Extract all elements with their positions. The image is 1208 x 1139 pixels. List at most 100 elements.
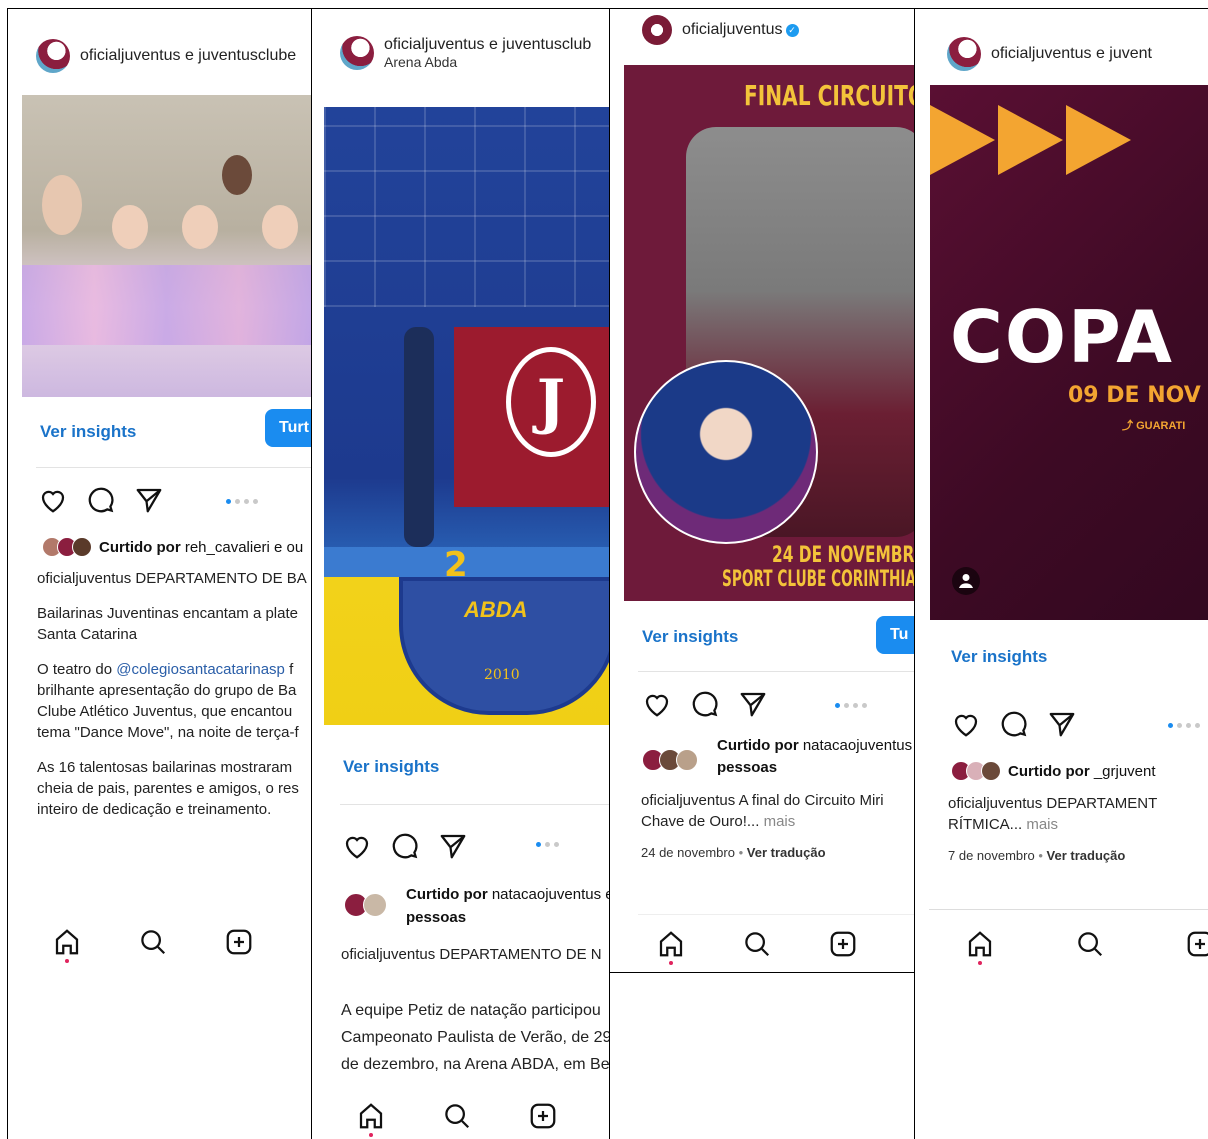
add-icon[interactable]	[1185, 929, 1208, 959]
post-date: 24 de novembro	[641, 845, 735, 860]
comment-icon[interactable]	[999, 709, 1029, 739]
bottom-nav	[965, 929, 1208, 965]
bottom-nav	[356, 1101, 558, 1137]
post-panel-2: oficialjuventus e juventusclub Arena Abd…	[312, 9, 609, 1139]
comment-icon[interactable]	[690, 689, 720, 719]
caption-paragraph-1: Bailarinas Juventinas encantam a plate S…	[37, 605, 298, 643]
post-header: oficialjuventus e juvent	[947, 37, 1208, 71]
home-icon[interactable]	[52, 927, 82, 963]
caption: oficialjuventus A final do Circuito Miri…	[641, 792, 884, 860]
likes-row[interactable]: Curtido por natacaojuventus pessoas	[642, 735, 912, 779]
shield-year: 2010	[484, 667, 520, 683]
poster-place: ⤴ GUARATI	[1122, 420, 1186, 432]
share-icon[interactable]	[738, 689, 768, 719]
heart-icon[interactable]	[342, 831, 372, 861]
shield-name: ABDA	[464, 597, 528, 622]
insights-link[interactable]: Ver insights	[40, 422, 136, 442]
share-icon[interactable]	[134, 485, 164, 515]
likes-row[interactable]: Curtido por natacaojuventus e pessoas	[344, 883, 609, 929]
post-actions	[951, 709, 1077, 739]
divider	[36, 467, 311, 468]
post-photo[interactable]: FINAL CIRCUITO M 24 DE NOVEMBRO SPORT CL…	[624, 65, 914, 601]
post-photo[interactable]: J 2 ABDA 2010	[324, 107, 609, 725]
heart-icon[interactable]	[642, 689, 672, 719]
insights-link[interactable]: Ver insights	[642, 627, 738, 647]
bottom-nav	[52, 927, 254, 963]
post-actions	[342, 831, 468, 861]
insights-link[interactable]: Ver insights	[343, 757, 439, 777]
translate-link[interactable]: Ver tradução	[1047, 848, 1126, 863]
likes-text: reh_cavalieri e ou	[184, 538, 304, 556]
search-icon[interactable]	[1075, 929, 1105, 959]
poster-title: COPA	[950, 295, 1174, 379]
share-icon[interactable]	[1047, 709, 1077, 739]
home-icon[interactable]	[356, 1101, 386, 1137]
carousel-dots	[1168, 723, 1200, 728]
account-name[interactable]: oficialjuventus e juvent	[991, 44, 1152, 63]
home-icon[interactable]	[656, 929, 686, 965]
poster-date: 09 DE NOV	[1068, 383, 1201, 408]
search-icon[interactable]	[742, 929, 772, 959]
post-panel-4: oficialjuventus e juvent COPA 09 DE NOV …	[915, 9, 1208, 1139]
mention-link[interactable]: @colegiosantacatarinasp	[116, 661, 285, 678]
caption: oficialjuventus DEPARTAMENT RÍTMICA... m…	[948, 795, 1158, 863]
caption-paragraph-2: A equipe Petiz de natação participou Cam…	[341, 1002, 609, 1046]
caption-user[interactable]: oficialjuventus	[948, 795, 1042, 812]
insights-link[interactable]: Ver insights	[951, 647, 1047, 667]
likes-row[interactable]: Curtido por reh_cavalieri e ou	[42, 537, 303, 557]
carousel-dots	[536, 842, 559, 847]
more-link[interactable]: mais	[1026, 816, 1058, 833]
likes-bold: Curtido por	[99, 538, 181, 556]
caption-user[interactable]: oficialjuventus	[37, 570, 131, 587]
bottom-nav	[656, 929, 858, 965]
divider	[340, 804, 609, 805]
post-actions	[38, 485, 164, 515]
add-icon[interactable]	[828, 929, 858, 959]
boost-button[interactable]: Tu	[876, 616, 914, 654]
arrows-graphic	[930, 105, 1131, 175]
post-panel-3: oficialjuventus✓ FINAL CIRCUITO M 24 DE …	[610, 9, 914, 1139]
post-actions	[642, 689, 768, 719]
caption-user[interactable]: oficialjuventus	[341, 946, 435, 963]
carousel-dots	[835, 703, 867, 708]
avatar[interactable]	[340, 35, 374, 70]
caption-paragraph-3: As 16 talentosas bailarinas mostraram ch…	[37, 759, 299, 818]
comment-icon[interactable]	[86, 485, 116, 515]
search-icon[interactable]	[138, 927, 168, 957]
heart-icon[interactable]	[951, 709, 981, 739]
comment-icon[interactable]	[390, 831, 420, 861]
home-icon[interactable]	[965, 929, 995, 965]
add-icon[interactable]	[224, 927, 254, 957]
post-photo[interactable]: COPA 09 DE NOV ⤴ GUARATI	[930, 85, 1208, 620]
account-name[interactable]: oficialjuventus e juventusclube	[80, 46, 296, 65]
account-name[interactable]: oficialjuventus ✓	[682, 20, 799, 39]
location[interactable]: Arena Abda	[384, 54, 591, 71]
caption-paragraph-2: O teatro do @colegiosantacatarinasp f br…	[37, 661, 299, 741]
verified-icon: ✓	[785, 23, 799, 37]
boost-button[interactable]: Turt	[265, 409, 311, 447]
search-icon[interactable]	[442, 1101, 472, 1131]
add-icon[interactable]	[528, 1101, 558, 1131]
caption: oficialjuventus DEPARTAMENTO DE BA Baila…	[37, 568, 311, 834]
poster-date: 24 DE NOVEMBRO	[772, 543, 914, 568]
carousel-dots	[226, 499, 258, 504]
post-photo[interactable]	[22, 95, 311, 397]
post-header: oficialjuventus e juventusclub Arena Abd…	[340, 35, 609, 71]
account-name[interactable]: oficialjuventus e juventusclub	[384, 35, 591, 54]
translate-link[interactable]: Ver tradução	[747, 845, 826, 860]
divider	[638, 914, 914, 915]
caption-user[interactable]: oficialjuventus	[641, 792, 735, 809]
divider	[929, 909, 1208, 910]
avatar[interactable]	[947, 37, 981, 71]
poster-venue: SPORT CLUBE CORINTHIANS	[722, 567, 914, 592]
caption: oficialjuventus DEPARTAMENTO DE N A equi…	[341, 944, 609, 1078]
avatar[interactable]	[36, 39, 70, 73]
share-icon[interactable]	[438, 831, 468, 861]
avatar[interactable]	[642, 15, 672, 45]
more-link[interactable]: mais	[764, 813, 796, 830]
user-tag-icon[interactable]	[952, 567, 980, 595]
post-date: 7 de novembro	[948, 848, 1035, 863]
likes-row[interactable]: Curtido por _grjuvent	[951, 761, 1156, 781]
post-header: oficialjuventus ✓	[642, 15, 914, 45]
heart-icon[interactable]	[38, 485, 68, 515]
